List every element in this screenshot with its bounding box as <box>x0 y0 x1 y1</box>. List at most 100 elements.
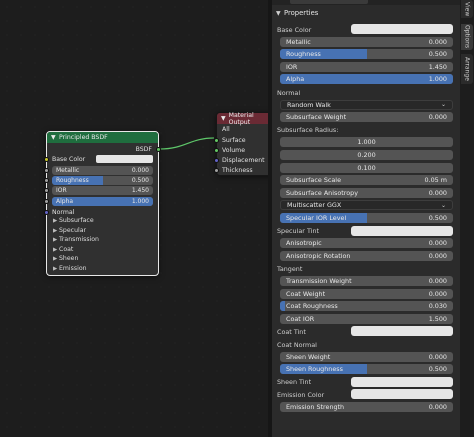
scrolled-header-strip <box>272 0 460 5</box>
volume-socket[interactable] <box>214 147 219 153</box>
principled-bsdf-node[interactable]: ▼ Principled BSDF BSDF Base Color Metall… <box>44 131 161 276</box>
multiscatter-ggx-dropdown[interactable]: Multiscatter GGX ⌄ <box>280 200 453 211</box>
field-value: 0.000 <box>428 251 447 260</box>
panel-label: Transmission <box>59 236 99 243</box>
anisotropic-rotation-field[interactable]: Anisotropic Rotation 0.000 <box>280 250 453 261</box>
field-value: 0.500 <box>131 177 149 184</box>
tab-view[interactable]: View <box>461 0 473 18</box>
sheen-weight-field[interactable]: Sheen Weight 0.000 <box>280 351 453 362</box>
chevron-down-icon: ⌄ <box>440 201 446 209</box>
displacement-socket[interactable] <box>214 157 219 163</box>
node-field-ior[interactable]: IOR 1.450 <box>52 186 153 195</box>
field-value: 0.000 <box>428 113 447 122</box>
emission-strength-field[interactable]: Emission Strength 0.000 <box>280 402 453 412</box>
field-label: Metallic <box>56 167 80 174</box>
ior-socket[interactable] <box>44 188 49 193</box>
base-color-label: Base Color <box>277 25 312 34</box>
field-value: 0.000 <box>428 239 447 248</box>
node-field-roughness[interactable]: Roughness 0.500 <box>52 176 153 185</box>
panel-label: Coat <box>59 245 74 253</box>
coat-weight-field[interactable]: Coat Weight 0.000 <box>280 288 453 299</box>
roughness-socket[interactable] <box>44 178 49 183</box>
node-field-metallic[interactable]: Metallic 0.000 <box>52 166 153 175</box>
tab-options[interactable]: Options <box>461 24 473 50</box>
field-label: Roughness <box>56 177 89 184</box>
surface-socket[interactable] <box>214 137 219 143</box>
field-label: IOR <box>286 62 298 71</box>
random-walk-dropdown[interactable]: Random Walk ⌄ <box>280 99 453 110</box>
node-panel-sheen[interactable]: ▶ Sheen <box>53 255 78 262</box>
normal-socket[interactable] <box>44 210 49 215</box>
bsdf-output-socket[interactable] <box>156 147 161 152</box>
alpha-field[interactable]: Alpha 1.000 <box>280 74 453 85</box>
base-color-socket[interactable] <box>44 157 49 162</box>
sheen-tint-label: Sheen Tint <box>277 378 312 387</box>
field-label: Sheen Roughness <box>286 365 343 374</box>
roughness-field[interactable]: Roughness 0.500 <box>280 49 453 60</box>
base-color-row: Base Color <box>272 24 460 34</box>
base-color-swatch[interactable] <box>96 155 153 163</box>
node-header[interactable]: ▼ Principled BSDF <box>47 132 158 143</box>
collapse-chevron-icon[interactable]: ▼ <box>51 134 59 141</box>
ior-field[interactable]: IOR 1.450 <box>280 61 453 72</box>
specular-ior-level-field[interactable]: Specular IOR Level 0.500 <box>280 213 453 223</box>
field-label: Transmission Weight <box>286 277 352 285</box>
subsurface-radius-component[interactable]: 0.100 <box>280 162 453 173</box>
sheen-roughness-field[interactable]: Sheen Roughness 0.500 <box>280 364 453 375</box>
coat-tint-swatch[interactable] <box>351 326 453 337</box>
node-panel-transmission[interactable]: ▶ Transmission <box>53 236 99 243</box>
field-label: Roughness <box>286 50 321 59</box>
metallic-socket[interactable] <box>44 168 49 173</box>
sheen-tint-swatch[interactable] <box>351 376 453 387</box>
field-value: 0.500 <box>428 50 447 59</box>
section-title: Properties <box>284 9 319 17</box>
coat-ior-field[interactable]: Coat IOR 1.500 <box>280 313 453 324</box>
node-panel-specular[interactable]: ▶ Specular <box>53 227 86 234</box>
metallic-field[interactable]: Metallic 0.000 <box>280 36 453 47</box>
base-color-swatch[interactable] <box>351 24 453 34</box>
collapse-chevron-icon[interactable]: ▼ <box>221 115 229 122</box>
node-panel-coat[interactable]: ▶ Coat <box>53 246 73 253</box>
output-label: BSDF <box>135 145 152 153</box>
field-label: Subsurface Weight <box>286 113 347 122</box>
node-panel-emission[interactable]: ▶ Emission <box>53 265 87 272</box>
tab-label: Arrange <box>463 57 471 81</box>
node-editor[interactable]: ▼ Principled BSDF BSDF Base Color Metall… <box>0 0 268 437</box>
field-label: Subsurface Anisotropy <box>286 188 358 197</box>
normal-label: Normal <box>52 208 75 216</box>
subsurface-weight-field[interactable]: Subsurface Weight 0.000 <box>280 112 453 123</box>
field-label: Sheen Weight <box>286 352 331 361</box>
node-field-alpha[interactable]: Alpha 1.000 <box>52 197 153 206</box>
alpha-socket[interactable] <box>44 199 49 204</box>
node-header[interactable]: ▼ Material Output <box>217 112 268 126</box>
dropdown-value: Random Walk <box>287 100 331 109</box>
output-target[interactable]: All <box>222 126 230 133</box>
field-label: Anisotropic <box>286 239 322 248</box>
node-panel-subsurface[interactable]: ▶ Subsurface <box>53 217 94 224</box>
properties-panel-header[interactable]: ▼ Properties <box>276 7 456 19</box>
field-label: Coat IOR <box>286 314 315 323</box>
specular-tint-swatch[interactable] <box>351 225 453 236</box>
subsurface-anisotropy-field[interactable]: Subsurface Anisotropy 0.000 <box>280 187 453 198</box>
field-label: Coat Weight <box>286 289 326 298</box>
subsurface-radius-component[interactable]: 1.000 <box>280 137 453 148</box>
field-value: 1.450 <box>131 187 149 194</box>
anisotropic-field[interactable]: Anisotropic 0.000 <box>280 238 453 249</box>
coat-roughness-field[interactable]: Coat Roughness 0.030 <box>280 301 453 312</box>
sidebar-tabs: View Options Arrange <box>460 0 474 437</box>
subsurface-radius-component[interactable]: 0.200 <box>280 150 453 160</box>
material-output-node[interactable]: ▼ Material Output All Surface Volume Displ… <box>214 112 268 176</box>
emission-color-swatch[interactable] <box>351 389 453 400</box>
subsurface-scale-field[interactable]: Subsurface Scale 0.05 m <box>280 175 453 186</box>
field-value: 0.500 <box>428 214 447 222</box>
coat-normal-label: Coat Normal <box>277 340 317 349</box>
properties-sidebar[interactable]: ▼ Properties Base Color Metallic 0.000 Roug… <box>272 0 460 437</box>
thickness-socket[interactable] <box>214 167 219 173</box>
field-label: IOR <box>56 187 67 194</box>
coat-tint-row: Coat Tint <box>272 326 460 337</box>
field-value: 0.000 <box>428 403 447 411</box>
transmission-weight-field[interactable]: Transmission Weight 0.000 <box>280 276 453 286</box>
panel-label: Subsurface <box>59 217 94 224</box>
dropdown-value: Multiscatter GGX <box>287 201 342 210</box>
tab-arrange[interactable]: Arrange <box>461 54 473 84</box>
